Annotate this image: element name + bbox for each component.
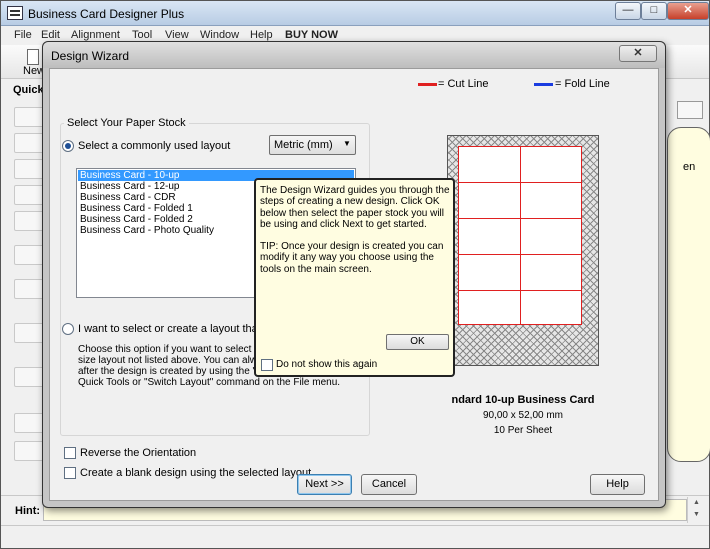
common-layout-radio[interactable] <box>62 140 74 152</box>
blank-design-label[interactable]: Create a blank design using the selected… <box>80 467 311 479</box>
minimize-button[interactable]: — <box>615 2 641 20</box>
menu-help[interactable]: Help <box>250 29 273 41</box>
tip-ok-button[interactable]: OK <box>386 334 449 350</box>
next-button[interactable]: Next >> <box>297 474 352 495</box>
dialog-title: Design Wizard <box>51 49 130 63</box>
quick-tools-label: Quick <box>13 84 44 96</box>
menu-window[interactable]: Window <box>200 29 239 41</box>
cut-line-horizontal <box>459 290 581 291</box>
menu-view[interactable]: View <box>165 29 189 41</box>
app-titlebar: Business Card Designer Plus — □ ✕ <box>1 1 709 26</box>
maximize-button[interactable]: □ <box>641 2 667 20</box>
quick-tools-panel <box>1 97 48 467</box>
cut-line-vertical <box>520 147 521 324</box>
custom-layout-label[interactable]: I want to select or create a layout that… <box>78 323 261 335</box>
dont-show-again-checkbox[interactable] <box>261 359 273 371</box>
menu-alignment[interactable]: Alignment <box>71 29 120 41</box>
menu-buy-now[interactable]: BUY NOW <box>285 29 338 41</box>
paper-stock-group-label: Select Your Paper Stock <box>64 117 189 129</box>
tip-paragraph: The Design Wizard guides you through the… <box>260 185 450 230</box>
fold-line-swatch <box>534 83 553 86</box>
tip-paragraph: TIP: Once your design is created you can… <box>260 241 444 275</box>
right-info-panel <box>667 127 710 462</box>
cut-line-horizontal <box>459 218 581 219</box>
status-bar <box>1 525 709 548</box>
app-title: Business Card Designer Plus <box>28 7 185 21</box>
preview-card-grid <box>458 146 582 325</box>
cut-line-horizontal <box>459 182 581 183</box>
menu-file[interactable]: File <box>14 29 32 41</box>
hint-scrollbar[interactable]: ▲ ▼ <box>687 497 705 523</box>
units-select-value: Metric (mm) <box>274 139 333 151</box>
reverse-orientation-checkbox[interactable] <box>64 447 76 459</box>
preview-dimensions: 90,00 x 52,00 mm <box>482 410 564 421</box>
menu-tool[interactable]: Tool <box>132 29 152 41</box>
menu-edit[interactable]: Edit <box>41 29 60 41</box>
tip-text: The Design Wizard guides you through the… <box>260 185 450 275</box>
cut-line-horizontal <box>459 254 581 255</box>
preview-title: ndard 10-up Business Card <box>451 394 595 406</box>
cut-line-legend-label: = Cut Line <box>438 78 489 90</box>
blank-design-checkbox[interactable] <box>64 467 76 479</box>
dont-show-again-label[interactable]: Do not show this again <box>276 359 377 370</box>
dropdown-arrow-icon: ▼ <box>343 139 351 148</box>
dialog-close-button[interactable]: ✕ <box>619 45 657 62</box>
units-select[interactable]: Metric (mm) ▼ <box>269 135 356 155</box>
close-button[interactable]: ✕ <box>667 2 709 20</box>
cancel-button[interactable]: Cancel <box>361 474 417 495</box>
common-layout-label[interactable]: Select a commonly used layout <box>78 140 230 152</box>
new-document-icon[interactable] <box>27 49 39 65</box>
cut-line-swatch <box>418 83 437 86</box>
preview-count: 10 Per Sheet <box>493 425 553 436</box>
layout-preview <box>447 135 599 366</box>
custom-layout-radio[interactable] <box>62 323 74 335</box>
right-toolbar-icon[interactable] <box>677 101 703 119</box>
fold-line-legend-label: = Fold Line <box>555 78 610 90</box>
app-icon <box>7 6 23 20</box>
reverse-orientation-label[interactable]: Reverse the Orientation <box>80 447 196 459</box>
right-panel-text: en <box>683 161 696 173</box>
dialog-titlebar: Design Wizard ✕ <box>43 42 665 68</box>
tip-popup: The Design Wizard guides you through the… <box>254 178 455 377</box>
description-line: Quick Tools or "Switch Layout" command o… <box>78 377 341 388</box>
hint-label: Hint: <box>15 505 41 517</box>
help-button[interactable]: Help <box>590 474 645 495</box>
